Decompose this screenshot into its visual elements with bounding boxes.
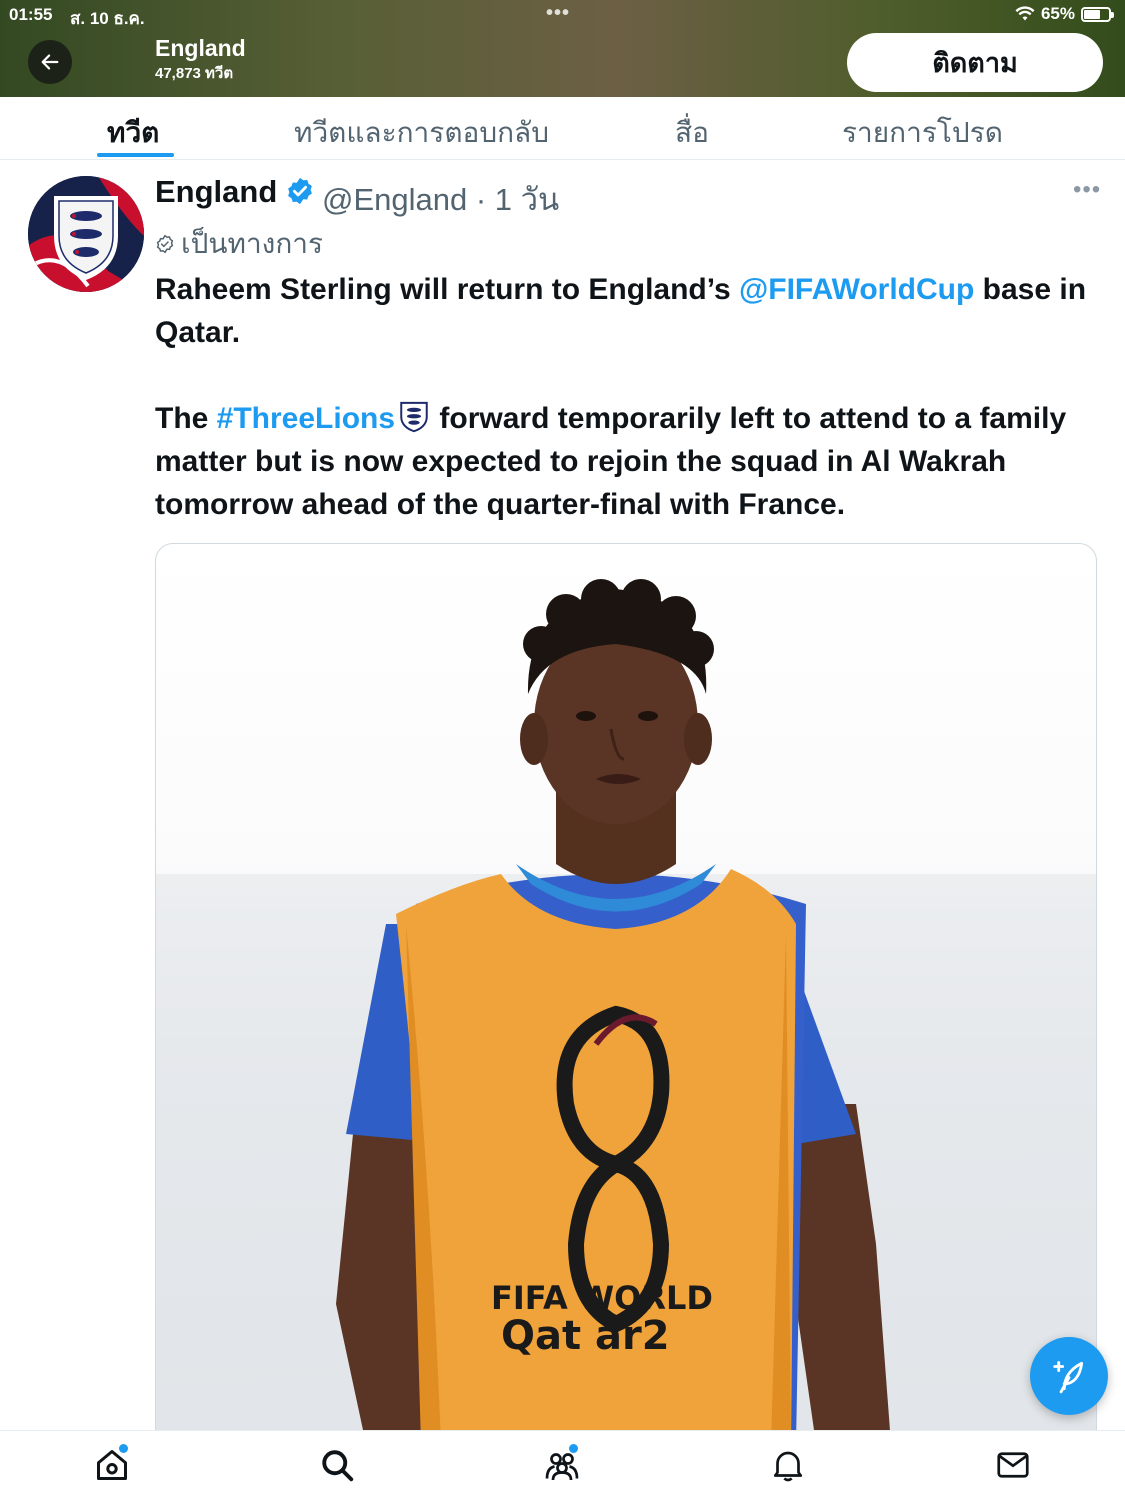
- communities-notification-dot: [569, 1444, 578, 1453]
- bottom-navigation: [0, 1430, 1125, 1500]
- home-notification-dot: [119, 1444, 128, 1453]
- tab-tweets-and-replies[interactable]: ทวีตและการตอบกลับ: [294, 111, 549, 155]
- official-label-row: เป็นทางการ: [155, 222, 323, 266]
- tweet-handle-time[interactable]: @England · 1 วัน: [322, 174, 559, 224]
- multitask-dots-icon[interactable]: •••: [546, 2, 570, 25]
- header-title: England: [155, 35, 246, 61]
- bib-text-line2: Qat ar2: [501, 1313, 670, 1359]
- tweet-text: Raheem Sterling will return to England’s…: [155, 268, 1105, 526]
- tab-likes[interactable]: รายการโปรด: [842, 111, 1003, 155]
- status-right: 65%: [1015, 4, 1114, 24]
- tweet-author-name[interactable]: England: [155, 174, 277, 210]
- nav-home[interactable]: [94, 1444, 130, 1483]
- battery-level: [1084, 9, 1100, 19]
- feather-plus-icon: [1053, 1361, 1084, 1394]
- bell-icon: [773, 1451, 803, 1482]
- search-icon: [322, 1450, 354, 1482]
- bib-text-line1: FIFA WORLD: [491, 1279, 713, 1317]
- nav-messages[interactable]: [995, 1447, 1031, 1483]
- three-lions-hashflag-icon: [400, 401, 428, 433]
- tweet-paragraph-2: The #ThreeLions forward temporarily left…: [155, 397, 1105, 526]
- battery-percent: 65%: [1040, 4, 1075, 23]
- profile-header: 01:55 ส. 10 ธ.ค. ••• 65% England 47,873 …: [0, 0, 1125, 97]
- tab-tweets[interactable]: ทวีต: [107, 111, 159, 155]
- profile-tabs: ทวีต ทวีตและการตอบกลับ สื่อ รายการโปรด: [0, 97, 1125, 160]
- battery-icon: [1081, 6, 1114, 22]
- compose-tweet-button[interactable]: [1030, 1337, 1108, 1415]
- tweet-media-photo[interactable]: FIFA WORLD Qat ar2: [155, 543, 1097, 1443]
- nav-communities[interactable]: [544, 1444, 580, 1483]
- player-photo: FIFA WORLD Qat ar2: [156, 579, 1096, 1442]
- tweet-paragraph-1: Raheem Sterling will return to England’s…: [155, 268, 1105, 354]
- tab-media[interactable]: สื่อ: [675, 111, 709, 155]
- mention-link[interactable]: @FIFAWorldCup: [739, 273, 974, 306]
- status-bar: 01:55 ส. 10 ธ.ค. ••• 65%: [0, 0, 1125, 30]
- mail-icon: [997, 1452, 1029, 1478]
- follow-button[interactable]: ติดตาม: [847, 33, 1103, 92]
- hashtag-link[interactable]: #ThreeLions: [217, 402, 395, 435]
- back-button[interactable]: [28, 40, 72, 84]
- active-tab-indicator: [97, 153, 174, 157]
- official-check-icon: [156, 234, 174, 254]
- more-options-icon[interactable]: •••: [1073, 176, 1101, 204]
- verified-badge-icon: [288, 177, 312, 205]
- status-date: ส. 10 ธ.ค.: [70, 9, 145, 28]
- tweet-text-1a: Raheem Sterling will return to England’s: [155, 273, 739, 306]
- official-label: เป็นทางการ: [181, 228, 324, 259]
- wifi-icon: [1015, 6, 1035, 21]
- arrow-left-icon: [41, 54, 59, 70]
- status-time: 01:55: [9, 5, 53, 24]
- avatar[interactable]: [28, 176, 144, 292]
- nav-notifications[interactable]: [770, 1447, 806, 1483]
- nav-search[interactable]: [319, 1447, 355, 1483]
- england-crest-icon: [28, 176, 144, 292]
- header-tweet-count: 47,873 ทวีต: [155, 65, 234, 82]
- tweet-text-2a: The: [155, 402, 217, 435]
